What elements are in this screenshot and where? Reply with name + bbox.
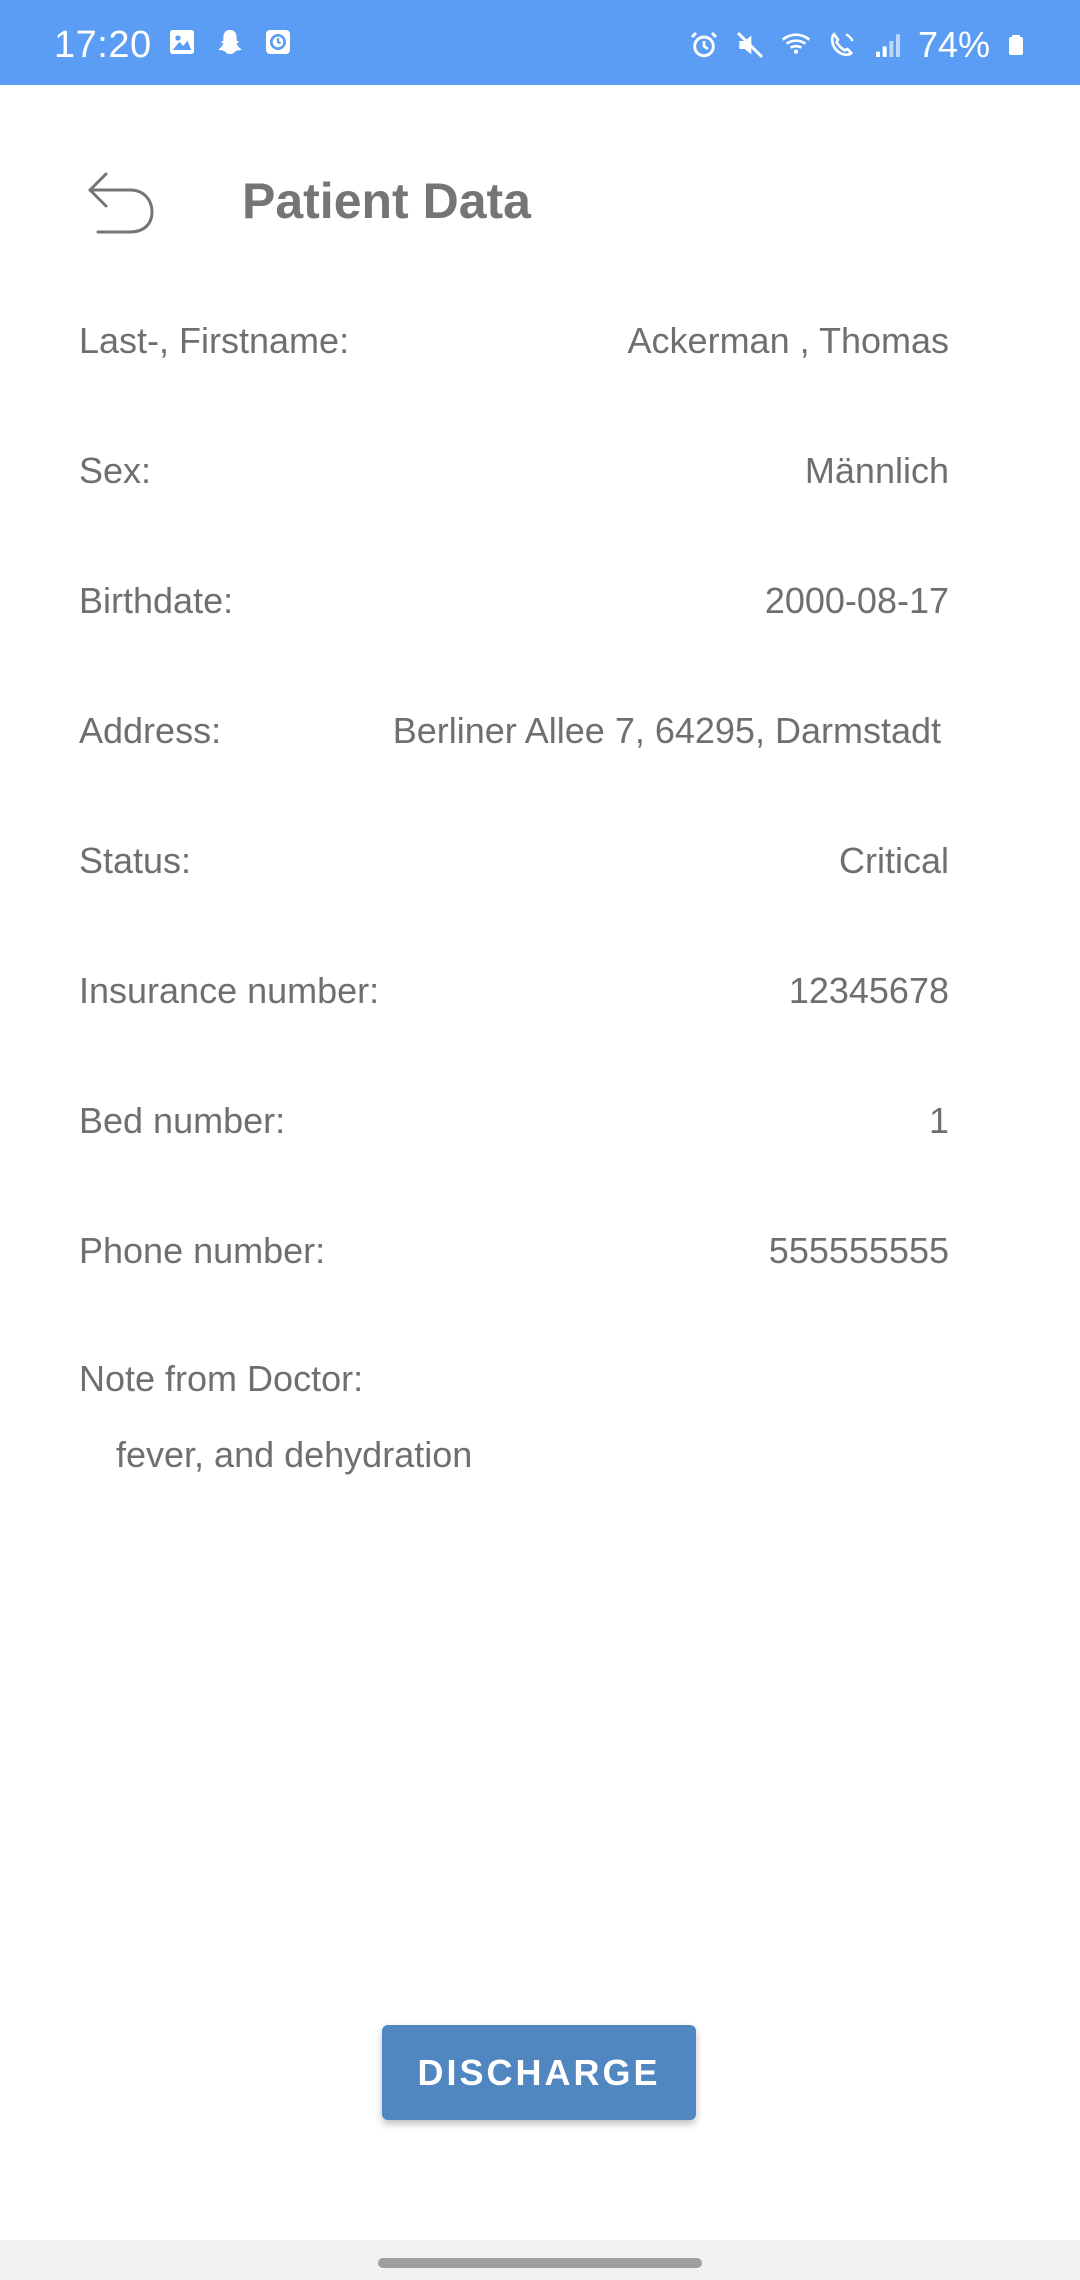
gallery-icon — [170, 30, 194, 54]
field-value: 2000-08-17 — [764, 580, 949, 621]
snapchat-icon — [218, 30, 242, 54]
navigation-bar — [0, 2240, 1080, 2280]
field-birthdate: Birthdate: 2000-08-17 — [79, 580, 949, 640]
field-label: Address: — [79, 710, 222, 751]
undo-arrow-icon — [88, 172, 154, 234]
wifi-call-icon — [781, 33, 811, 54]
status-right-icons: 74% — [688, 24, 1028, 66]
field-value: 12345678 — [788, 970, 949, 1011]
page-title: Patient Data — [242, 173, 531, 229]
field-label: Insurance number: — [79, 970, 380, 1011]
field-label: Sex: — [79, 450, 152, 491]
home-gesture-handle[interactable] — [378, 2258, 702, 2268]
status-bar: 17:20 74% — [0, 0, 1080, 85]
battery-icon — [1009, 35, 1023, 55]
field-value: 555555555 — [768, 1230, 949, 1271]
field-name: Last-, Firstname: Ackerman , Thomas — [79, 320, 949, 380]
status-left-icons — [166, 26, 294, 58]
field-value: 1 — [928, 1100, 949, 1141]
field-value: Berliner Allee 7, 64295, Darmstadt — [392, 710, 941, 751]
patient-data-screen: 17:20 74% Patient Data Last-, Firstname:… — [0, 0, 1080, 2280]
battery-percentage: 74% — [917, 24, 990, 65]
field-address: Address: Berliner Allee 7, 64295, Darmst… — [79, 710, 949, 770]
volte-icon — [830, 32, 854, 57]
signal-icon — [875, 34, 900, 57]
field-label: Birthdate: — [79, 580, 234, 621]
clock-app-icon — [266, 30, 290, 54]
discharge-button[interactable]: DISCHARGE — [382, 2025, 696, 2120]
note-text: fever, and dehydration — [116, 1434, 473, 1475]
alarm-icon — [690, 31, 717, 58]
mute-icon — [736, 31, 763, 59]
field-status: Status: Critical — [79, 840, 949, 900]
status-time: 17:20 — [54, 24, 152, 66]
field-value: Critical — [838, 840, 949, 881]
field-label: Last-, Firstname: — [79, 320, 350, 361]
field-phone-number: Phone number: 555555555 — [79, 1230, 949, 1290]
field-label: Bed number: — [79, 1100, 286, 1141]
field-bed-number: Bed number: 1 — [79, 1100, 949, 1160]
field-label: Phone number: — [79, 1230, 326, 1271]
note-label: Note from Doctor: — [79, 1358, 364, 1399]
field-label: Status: — [79, 840, 192, 881]
field-insurance-number: Insurance number: 12345678 — [79, 970, 949, 1030]
header: Patient Data — [0, 150, 1080, 260]
field-sex: Sex: Männlich — [79, 450, 949, 510]
field-value: Ackerman , Thomas — [627, 320, 949, 361]
field-value: Männlich — [804, 450, 949, 491]
back-button[interactable] — [82, 168, 162, 238]
